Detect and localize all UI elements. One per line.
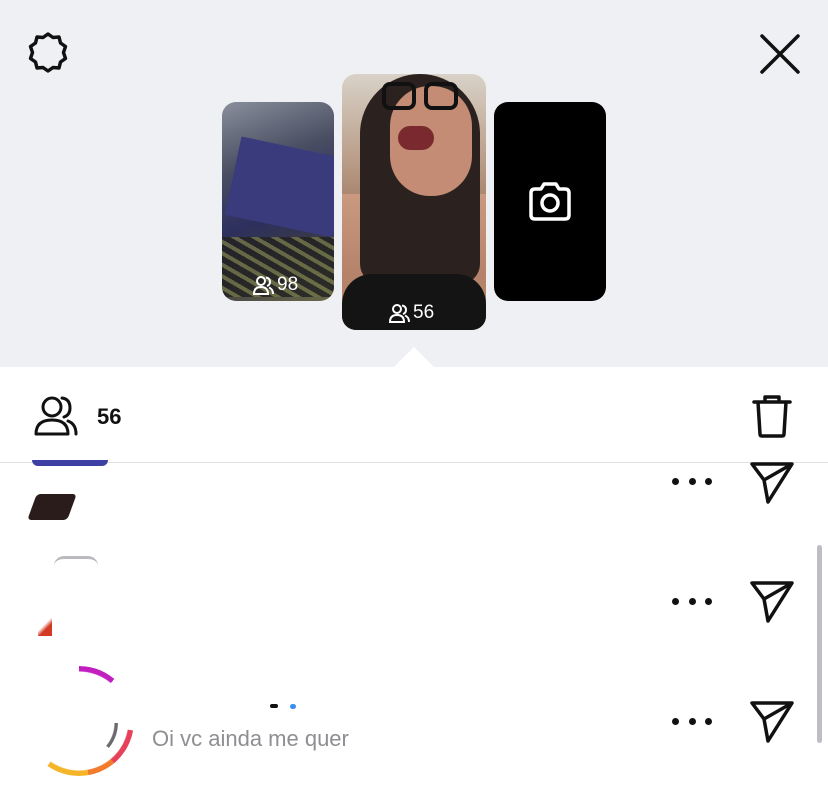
avatar <box>27 494 77 520</box>
story-viewer-badge: 56 <box>388 302 434 324</box>
send-icon[interactable] <box>748 458 796 506</box>
people-icon <box>34 396 78 436</box>
gear-icon[interactable] <box>24 30 72 78</box>
story-viewer-count: 56 <box>413 302 435 323</box>
send-icon[interactable] <box>748 697 796 745</box>
story-thumbnail-selected[interactable] <box>342 74 486 330</box>
more-options-button[interactable] <box>672 475 712 487</box>
people-icon <box>388 304 410 323</box>
viewer-count: 56 <box>97 404 122 429</box>
people-icon <box>252 276 274 295</box>
story-viewer-count: 98 <box>277 274 299 295</box>
story-image-glasses <box>424 82 458 110</box>
more-options-button[interactable] <box>672 715 712 727</box>
close-icon[interactable] <box>756 30 804 78</box>
avatar <box>32 460 108 466</box>
story-image-lips <box>398 126 434 150</box>
more-options-button[interactable] <box>672 595 712 607</box>
camera-icon <box>529 182 571 221</box>
selected-story-pointer <box>392 347 436 369</box>
send-icon[interactable] <box>748 577 796 625</box>
scrollbar[interactable] <box>817 545 822 743</box>
viewer-row[interactable] <box>0 545 828 665</box>
viewer-row[interactable] <box>0 665 828 785</box>
story-viewer-badge: 98 <box>252 274 298 296</box>
story-thumbnail[interactable] <box>222 102 334 301</box>
story-image-document <box>224 136 334 238</box>
story-image-glasses <box>382 82 416 110</box>
viewers-header <box>0 367 828 463</box>
add-story-button[interactable] <box>494 102 606 301</box>
trash-icon[interactable] <box>748 392 796 440</box>
